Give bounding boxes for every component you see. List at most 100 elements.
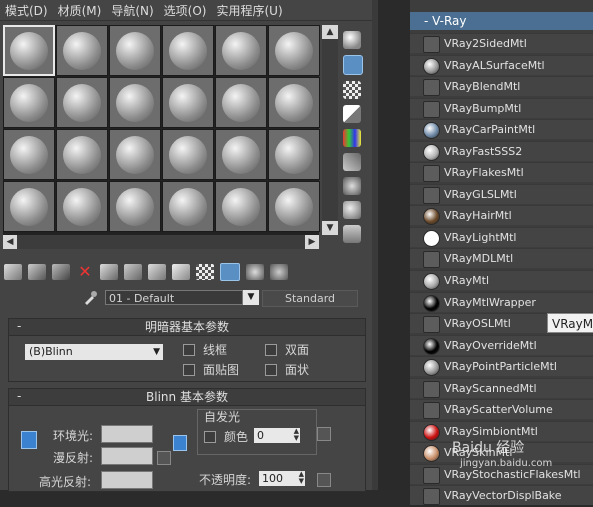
specular-color-swatch[interactable] bbox=[101, 471, 153, 489]
material-list-item[interactable]: VRayFlakesMtl bbox=[410, 162, 593, 183]
copy-material-icon[interactable] bbox=[100, 264, 118, 280]
wire-checkbox-row[interactable]: 线框 bbox=[183, 341, 227, 358]
sample-slot[interactable] bbox=[109, 181, 161, 232]
put-to-library-icon[interactable] bbox=[148, 264, 166, 280]
self-illum-color-checkbox-row[interactable]: 颜色 bbox=[204, 428, 248, 445]
make-unique-icon[interactable] bbox=[124, 264, 142, 280]
scroll-down-icon[interactable]: ▼ bbox=[322, 221, 338, 235]
menu-navigation[interactable]: 导航(N) bbox=[106, 2, 158, 19]
opacity-map-button[interactable] bbox=[317, 473, 331, 487]
sample-slot[interactable] bbox=[56, 25, 108, 76]
sample-type-icon[interactable] bbox=[343, 31, 361, 49]
show-end-result-icon[interactable] bbox=[220, 263, 240, 281]
faceted-checkbox-row[interactable]: 面状 bbox=[265, 361, 309, 378]
material-list-item[interactable]: VRayBlendMtl bbox=[410, 76, 593, 97]
material-list-item[interactable]: VRayBumpMtl bbox=[410, 97, 593, 118]
menu-options[interactable]: 选项(O) bbox=[159, 2, 212, 19]
material-list-item[interactable]: VRayVectorDisplBake bbox=[410, 485, 593, 506]
sample-slot[interactable] bbox=[162, 77, 214, 128]
uv-tiling-icon[interactable] bbox=[343, 105, 361, 123]
material-list-item[interactable]: VRayScannedMtl bbox=[410, 377, 593, 398]
ambient-color-swatch[interactable] bbox=[101, 425, 153, 443]
menu-utilities[interactable]: 实用程序(U) bbox=[211, 2, 287, 19]
scroll-right-icon[interactable]: ▶ bbox=[305, 235, 319, 249]
menu-material[interactable]: 材质(M) bbox=[53, 2, 107, 19]
shader-type-select[interactable]: (B)Blinn ▼ bbox=[25, 344, 163, 360]
self-illum-color-checkbox[interactable] bbox=[204, 430, 216, 443]
background-checker-icon[interactable] bbox=[343, 81, 361, 99]
self-illum-map-button[interactable] bbox=[317, 427, 331, 441]
put-to-scene-icon[interactable] bbox=[28, 264, 46, 280]
material-list-item[interactable]: VRayMDLMtl bbox=[410, 248, 593, 269]
sample-slot[interactable] bbox=[268, 181, 320, 232]
eyedropper-icon[interactable] bbox=[82, 290, 98, 306]
self-illum-value-spinner[interactable]: 0 ▲ ▼ bbox=[254, 428, 300, 443]
material-name-field[interactable]: 01 - Default bbox=[105, 290, 243, 305]
sample-slot[interactable] bbox=[109, 77, 161, 128]
sample-slot[interactable] bbox=[268, 77, 320, 128]
select-by-material-icon[interactable] bbox=[343, 201, 361, 219]
diffuse-map-button[interactable] bbox=[157, 451, 171, 465]
sample-slot[interactable] bbox=[56, 77, 108, 128]
material-list-item[interactable]: VRayLightMtl bbox=[410, 226, 593, 247]
sample-slot[interactable] bbox=[215, 25, 267, 76]
go-to-parent-icon[interactable] bbox=[246, 264, 264, 280]
get-material-icon[interactable] bbox=[4, 264, 22, 280]
wire-checkbox[interactable] bbox=[183, 343, 195, 356]
material-map-navigator-icon[interactable] bbox=[343, 225, 361, 243]
lock-ambient-diffuse-icon[interactable] bbox=[21, 431, 37, 449]
sample-slot[interactable] bbox=[3, 181, 55, 232]
video-color-check-icon[interactable] bbox=[343, 129, 361, 147]
options-icon[interactable] bbox=[343, 177, 361, 195]
material-list-item[interactable]: VRay2SidedMtl bbox=[410, 33, 593, 53]
slots-horizontal-scrollbar[interactable]: ◀ ▶ bbox=[3, 235, 319, 249]
vray-group-header[interactable]: - V-Ray bbox=[410, 12, 593, 30]
material-list-item[interactable]: VRayHairMtl bbox=[410, 205, 593, 226]
two-sided-checkbox-row[interactable]: 双面 bbox=[265, 341, 309, 358]
sample-slot[interactable] bbox=[215, 129, 267, 180]
rollout-header[interactable]: - Blinn 基本参数 bbox=[9, 389, 365, 406]
material-list-item[interactable]: VRayCarPaintMtl bbox=[410, 119, 593, 140]
material-list-item[interactable]: VRayALSurfaceMtl bbox=[410, 54, 593, 75]
sample-slot[interactable] bbox=[3, 129, 55, 180]
go-forward-sibling-icon[interactable] bbox=[270, 264, 288, 280]
slots-vertical-scrollbar[interactable]: ▲ ▼ bbox=[322, 25, 338, 235]
sample-slot[interactable] bbox=[215, 181, 267, 232]
opacity-spinner[interactable]: 100 ▲ ▼ bbox=[259, 471, 305, 486]
rollout-header[interactable]: - 明暗器基本参数 bbox=[9, 319, 365, 336]
material-list-item[interactable]: VRayOverrideMtl bbox=[410, 334, 593, 355]
backlight-icon[interactable] bbox=[343, 55, 363, 75]
sample-slot[interactable] bbox=[162, 129, 214, 180]
material-list-item[interactable]: VRayScatterVolume bbox=[410, 399, 593, 420]
material-list-item[interactable]: VRayFastSSS2 bbox=[410, 140, 593, 161]
material-list-item[interactable]: VRayMtl bbox=[410, 270, 593, 291]
sample-slot[interactable] bbox=[268, 25, 320, 76]
material-list-item[interactable]: VRayGLSLMtl bbox=[410, 183, 593, 204]
sample-slot[interactable] bbox=[162, 25, 214, 76]
sample-slot[interactable] bbox=[268, 129, 320, 180]
material-type-button[interactable]: Standard bbox=[262, 290, 358, 307]
sample-slot[interactable] bbox=[56, 181, 108, 232]
show-map-icon[interactable] bbox=[196, 264, 214, 280]
assign-to-selection-icon[interactable] bbox=[52, 264, 70, 280]
reset-map-icon[interactable]: ✕ bbox=[76, 264, 94, 280]
sample-slot[interactable] bbox=[3, 25, 55, 76]
material-name-dropdown-icon[interactable]: ▼ bbox=[243, 290, 259, 305]
material-id-channel-icon[interactable] bbox=[172, 264, 190, 280]
material-list-item[interactable]: VRayMtlWrapper bbox=[410, 291, 593, 312]
sample-slot[interactable] bbox=[109, 129, 161, 180]
sample-slot[interactable] bbox=[3, 77, 55, 128]
menu-mode[interactable]: 模式(D) bbox=[0, 2, 53, 19]
sample-slot[interactable] bbox=[56, 129, 108, 180]
lock-diffuse-specular-icon[interactable] bbox=[173, 435, 187, 451]
scroll-left-icon[interactable]: ◀ bbox=[3, 235, 17, 249]
make-preview-icon[interactable] bbox=[343, 153, 361, 171]
diffuse-color-swatch[interactable] bbox=[101, 447, 153, 465]
faceted-checkbox[interactable] bbox=[265, 363, 277, 376]
sample-slot[interactable] bbox=[109, 25, 161, 76]
material-list-item[interactable]: VRayPointParticleMtl bbox=[410, 356, 593, 377]
face-map-checkbox[interactable] bbox=[183, 363, 195, 376]
sample-slot[interactable] bbox=[215, 77, 267, 128]
face-map-checkbox-row[interactable]: 面贴图 bbox=[183, 361, 239, 378]
scroll-up-icon[interactable]: ▲ bbox=[322, 25, 338, 39]
